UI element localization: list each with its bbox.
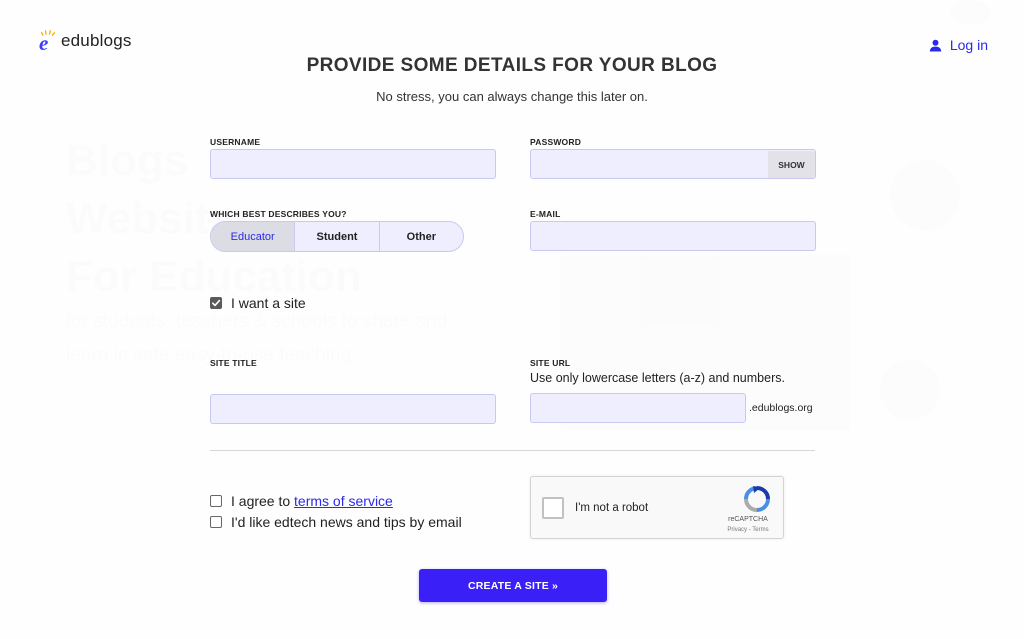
site-title-label: SITE TITLE: [210, 358, 257, 368]
form-divider: [210, 450, 815, 451]
form-title: PROVIDE SOME DETAILS FOR YOUR BLOG: [306, 55, 718, 76]
role-option-student[interactable]: Student: [295, 222, 380, 251]
username-label: USERNAME: [210, 137, 261, 147]
newsletter-checkbox[interactable]: [210, 516, 222, 528]
create-site-button[interactable]: CREATE A SITE »: [419, 569, 607, 602]
username-input[interactable]: [210, 149, 496, 179]
site-url-hint: Use only lowercase letters (a-z) and num…: [530, 371, 785, 385]
newsletter-label: I'd like edtech news and tips by email: [231, 514, 462, 530]
terms-checkbox[interactable]: [210, 495, 222, 507]
recaptcha-widget: I'm not a robot reCAPTCHA Privacy - Term…: [530, 476, 784, 539]
role-selector: Educator Student Other: [210, 221, 464, 252]
recaptcha-logo-icon: [744, 486, 770, 512]
newsletter-row: I'd like edtech news and tips by email: [210, 514, 462, 530]
logo-mark-icon: e: [38, 30, 58, 54]
checkmark-icon: [212, 299, 221, 307]
site-url-input[interactable]: [530, 393, 746, 423]
form-subtitle: No stress, you can always change this la…: [376, 89, 648, 104]
recaptcha-label: I'm not a robot: [575, 502, 649, 514]
email-input[interactable]: [530, 221, 816, 251]
recaptcha-brand: reCAPTCHA: [728, 516, 768, 523]
login-link[interactable]: Log in: [929, 37, 988, 53]
want-site-label: I want a site: [231, 295, 306, 311]
terms-prefix: I agree to: [231, 493, 295, 509]
site-title-input[interactable]: [210, 394, 496, 424]
terms-row: I agree to terms of service: [210, 493, 393, 509]
role-option-other[interactable]: Other: [380, 222, 463, 251]
site-url-label: SITE URL: [530, 358, 571, 368]
show-password-button[interactable]: SHOW: [768, 151, 815, 178]
terms-of-service-link[interactable]: terms of service: [294, 493, 393, 509]
recaptcha-terms[interactable]: Privacy - Terms: [723, 527, 773, 533]
user-icon: [929, 39, 942, 51]
logo-text: edublogs: [61, 31, 132, 50]
password-label: PASSWORD: [530, 137, 582, 147]
want-site-row: I want a site: [210, 295, 306, 311]
edublogs-logo[interactable]: e edublogs: [38, 30, 132, 54]
login-label: Log in: [949, 37, 988, 53]
email-label: E-MAIL: [530, 209, 561, 219]
site-url-suffix: .edublogs.org: [749, 402, 813, 414]
want-site-checkbox[interactable]: [210, 297, 222, 309]
recaptcha-checkbox[interactable]: [542, 497, 564, 519]
role-option-educator[interactable]: Educator: [211, 222, 296, 251]
terms-label: I agree to terms of service: [231, 493, 393, 509]
describes-label: WHICH BEST DESCRIBES YOU?: [210, 209, 347, 219]
